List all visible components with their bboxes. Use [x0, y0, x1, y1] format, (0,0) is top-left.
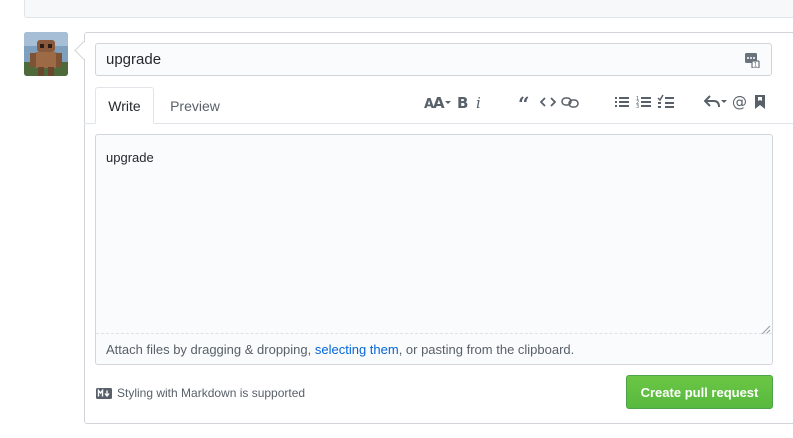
tab-write[interactable]: Write: [95, 87, 154, 124]
attach-text-prefix: Attach files by dragging & dropping,: [106, 341, 315, 357]
svg-text:i: i: [476, 94, 481, 110]
svg-text:“: “: [518, 94, 530, 110]
bold-icon[interactable]: B: [453, 92, 471, 112]
toolbar-misc-group: @: [703, 92, 769, 112]
svg-text:1: 1: [754, 61, 758, 67]
resize-grip-icon[interactable]: [761, 322, 771, 335]
toolbar-text-group: A A B i: [423, 92, 487, 112]
comment-body-textarea[interactable]: upgrade Attach files by dragging & dropp…: [95, 134, 773, 365]
link-icon[interactable]: [559, 92, 581, 112]
markdown-hint[interactable]: Styling with Markdown is supported: [96, 386, 305, 400]
saved-replies-icon[interactable]: 1: [743, 51, 761, 69]
svg-text:3: 3: [636, 104, 639, 110]
svg-text:B: B: [457, 94, 468, 110]
code-icon[interactable]: [537, 92, 559, 112]
title-input[interactable]: upgrade 1: [95, 43, 772, 76]
italic-icon[interactable]: i: [471, 92, 487, 112]
select-files-link[interactable]: selecting them: [315, 342, 399, 357]
task-list-icon[interactable]: [655, 92, 677, 112]
markdown-icon: [96, 387, 112, 399]
title-input-value: upgrade: [106, 51, 162, 68]
svg-text:@: @: [732, 94, 747, 110]
reply-icon[interactable]: [703, 92, 729, 112]
toolbar-insert-group: “: [515, 92, 581, 112]
svg-text:A: A: [433, 94, 445, 110]
markdown-hint-text: Styling with Markdown is supported: [117, 386, 306, 400]
create-pull-request-button[interactable]: Create pull request: [626, 375, 773, 409]
previous-comment-box: [24, 0, 793, 18]
toolbar-lists-group: 1 2 3: [611, 92, 677, 112]
bookmark-icon[interactable]: [751, 92, 769, 112]
file-attach-bar[interactable]: Attach files by dragging & dropping, sel…: [96, 333, 772, 364]
header-icon[interactable]: A A: [423, 92, 453, 112]
tab-preview[interactable]: Preview: [160, 87, 230, 124]
quote-icon[interactable]: “: [515, 92, 537, 112]
ordered-list-icon[interactable]: 1 2 3: [633, 92, 655, 112]
avatar-image: [24, 32, 68, 76]
unordered-list-icon[interactable]: [611, 92, 633, 112]
attach-text-suffix: , or pasting from the clipboard.: [398, 341, 575, 357]
mention-icon[interactable]: @: [729, 92, 751, 112]
comment-body-value: upgrade: [106, 150, 154, 165]
avatar[interactable]: [24, 32, 68, 76]
